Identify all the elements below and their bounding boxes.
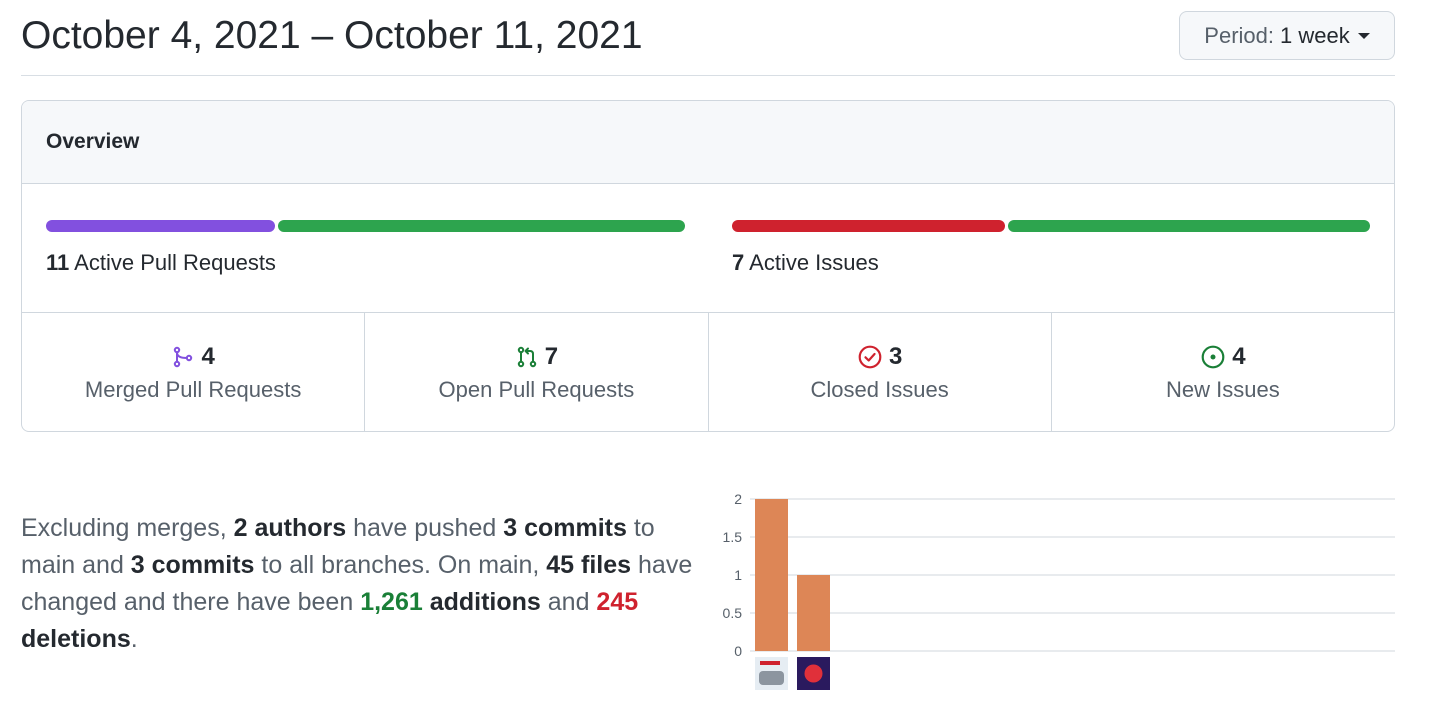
merged-pull-requests-stat[interactable]: 4 Merged Pull Requests xyxy=(22,313,366,431)
summary-text-4: to all branches. On main, xyxy=(254,551,547,579)
deletions-count: 245 xyxy=(596,588,639,616)
y-tick-label: 1.5 xyxy=(723,529,743,545)
new-issues-segment[interactable] xyxy=(1008,220,1370,232)
y-tick-label: 0 xyxy=(734,643,742,659)
new-issues-label: New Issues xyxy=(1166,376,1280,402)
additions: 1,261 additions xyxy=(360,588,541,616)
author-avatar[interactable] xyxy=(797,657,830,690)
active-pr-label: Active Pull Requests xyxy=(74,250,276,275)
overview-title: Overview xyxy=(46,130,140,153)
commits-main-count: 3 commits xyxy=(503,514,627,542)
active-issues-count: 7 xyxy=(732,250,745,275)
git-merge-icon xyxy=(174,346,193,367)
issue-opened-icon xyxy=(1201,345,1225,368)
period-label: Period: xyxy=(1204,22,1274,48)
commit-bar xyxy=(755,499,788,651)
overview-header: Overview xyxy=(22,101,1394,184)
new-issues-count: 4 xyxy=(1232,342,1246,370)
files-count: 45 files xyxy=(546,551,632,579)
new-issues-stat[interactable]: 4 New Issues xyxy=(1052,313,1394,431)
date-range-title: October 4, 2021 – October 11, 2021 xyxy=(21,14,643,57)
pull-requests-bar[interactable] xyxy=(46,220,685,232)
open-pull-requests-stat[interactable]: 7 Open Pull Requests xyxy=(365,313,709,431)
open-pr-segment[interactable] xyxy=(278,220,685,232)
active-pull-requests-caption: 11 Active Pull Requests xyxy=(46,250,276,276)
merged-pr-label: Merged Pull Requests xyxy=(84,376,302,402)
active-pr-count: 11 xyxy=(46,250,70,275)
active-issues-label: Active Issues xyxy=(749,250,879,275)
summary-text-1: Excluding merges, xyxy=(21,514,234,542)
closed-issues-stat[interactable]: 3 Closed Issues xyxy=(709,313,1052,431)
commits-all-count: 3 commits xyxy=(130,551,255,579)
merged-pr-count: 4 xyxy=(201,342,215,370)
open-pr-label: Open Pull Requests xyxy=(438,376,635,402)
header: October 4, 2021 – October 11, 2021 Perio… xyxy=(21,0,1395,76)
commit-summary: Excluding merges, 2 authors have pushed … xyxy=(21,510,711,658)
closed-issues-label: Closed Issues xyxy=(810,376,949,402)
additions-count: 1,261 xyxy=(360,588,423,616)
closed-issues-count: 3 xyxy=(888,342,903,370)
closed-issues-segment[interactable] xyxy=(732,220,1005,232)
period-value: 1 week xyxy=(1280,22,1350,48)
active-issues-caption: 7 Active Issues xyxy=(732,250,879,276)
deletions-word: deletions xyxy=(21,625,131,653)
y-tick-label: 1 xyxy=(734,567,742,583)
git-pull-request-icon xyxy=(517,346,536,367)
additions-word: additions xyxy=(422,588,541,616)
commits-by-author-chart: 0 0.5 1 1.5 2 xyxy=(723,491,1395,690)
y-tick-label: 2 xyxy=(734,491,742,507)
merged-pr-segment[interactable] xyxy=(46,220,275,232)
authors-count: 2 authors xyxy=(233,514,347,542)
issues-bar[interactable] xyxy=(732,220,1370,232)
period-dropdown[interactable]: Period: 1 week xyxy=(1179,11,1395,60)
summary-text-2: have pushed xyxy=(346,514,504,542)
overview-box: Overview 11 Active Pull Requests 7 Activ… xyxy=(21,100,1395,432)
caret-down-icon xyxy=(1357,32,1370,39)
author-avatar[interactable] xyxy=(755,657,788,690)
summary-text-6: and xyxy=(540,588,597,616)
commit-bar xyxy=(797,575,830,651)
issue-closed-icon xyxy=(858,345,882,368)
summary-text-7: . xyxy=(130,625,138,653)
y-tick-label: 0.5 xyxy=(723,605,743,621)
activity-bars: 11 Active Pull Requests 7 Active Issues xyxy=(22,184,1394,313)
stats-row: 4 Merged Pull Requests 7 Open Pull Reque… xyxy=(22,313,1394,431)
open-pr-count: 7 xyxy=(544,342,559,370)
